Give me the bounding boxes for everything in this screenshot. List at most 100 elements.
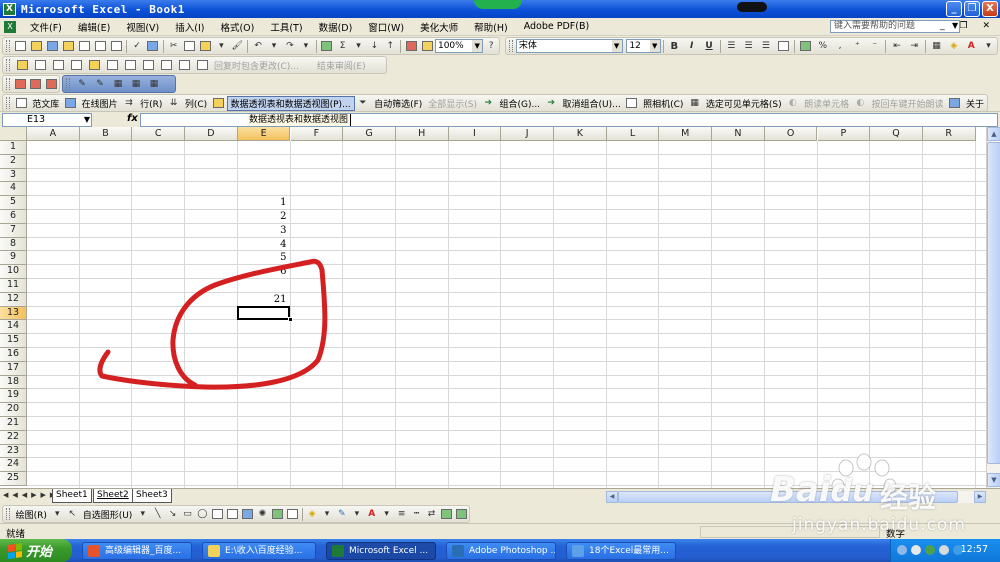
toolbar-grip[interactable] [6, 78, 10, 90]
sheet-tab-2[interactable]: Sheet2 [93, 489, 133, 503]
show-all-button[interactable]: 全部显示(S) [425, 97, 480, 110]
menu-tools[interactable]: 工具(T) [262, 20, 310, 34]
font-size-combo[interactable]: 12 ▼ [626, 39, 661, 53]
format-painter-icon[interactable]: 🖌 [231, 40, 243, 53]
sheet-tab-3[interactable]: Sheet3 [132, 489, 172, 503]
tray-volume-icon[interactable] [939, 545, 949, 555]
row-header-18[interactable]: 18 [0, 375, 27, 390]
insert-function-button[interactable]: fx [127, 113, 138, 124]
row-header-19[interactable]: 19 [0, 389, 27, 404]
line-icon[interactable]: ╲ [152, 508, 163, 521]
fill-color-icon[interactable]: ◈ [947, 40, 960, 53]
rectangle-icon[interactable]: ▭ [182, 508, 193, 521]
scroll-up-icon[interactable]: ▲ [987, 127, 1000, 141]
zoom-dropdown-icon[interactable]: ▼ [472, 40, 483, 52]
toolbar-grip[interactable] [509, 40, 513, 52]
ungroup-button[interactable]: 取消组合(U)... [560, 97, 624, 110]
row-header-21[interactable]: 21 [0, 417, 27, 431]
group-button[interactable]: 组合(G)... [496, 97, 543, 110]
toolbar-grip[interactable] [6, 97, 10, 109]
fill-color-dropdown-icon[interactable]: ▾ [322, 508, 333, 521]
review-icon-1[interactable] [15, 59, 29, 72]
column-header-H[interactable]: H [395, 127, 449, 141]
sheet-tab-1[interactable]: Sheet1 [52, 489, 92, 503]
menu-adobe-pdf[interactable]: Adobe PDF(B) [516, 21, 598, 32]
select-objects-icon[interactable]: ↖ [67, 508, 78, 521]
row-header-25[interactable]: 25 [0, 472, 27, 486]
minimize-button[interactable]: _ [946, 1, 962, 17]
align-right-icon[interactable]: ☰ [759, 40, 772, 53]
email-icon[interactable] [78, 40, 90, 53]
tray-app-icon[interactable] [925, 545, 935, 555]
vertical-scrollbar[interactable]: ▲ ▼ [986, 127, 1000, 488]
align-left-icon[interactable]: ☰ [725, 40, 738, 53]
menu-file[interactable]: 文件(F) [22, 20, 70, 34]
reply-with-changes-button[interactable]: 回复时包含更改(C)... [211, 59, 302, 72]
3d-icon[interactable] [455, 508, 467, 521]
increase-indent-icon[interactable]: ⇥ [908, 40, 921, 53]
insert-row-button[interactable]: 行(R) [137, 97, 165, 110]
pdf-convert-icon[interactable] [14, 78, 26, 91]
open-icon[interactable] [31, 40, 43, 53]
menu-window[interactable]: 窗口(W) [360, 20, 412, 34]
scroll-right-icon[interactable]: ▶ [974, 491, 986, 503]
close-button[interactable]: X [982, 1, 998, 17]
arrow-style-icon[interactable]: ⇄ [426, 508, 437, 521]
review-icon-11[interactable] [195, 59, 209, 72]
row-header-8[interactable]: 8 [0, 237, 27, 252]
diagram-icon[interactable]: ✺ [257, 508, 268, 521]
oval-icon[interactable]: ◯ [197, 508, 208, 521]
column-header-P[interactable]: P [817, 127, 871, 141]
review-icon-9[interactable] [159, 59, 173, 72]
column-header-G[interactable]: G [343, 127, 396, 141]
column-header-I[interactable]: I [448, 127, 502, 141]
line-color-dropdown-icon[interactable]: ▾ [351, 508, 362, 521]
menu-help[interactable]: 帮助(H) [466, 20, 516, 34]
tray-security-icon[interactable] [911, 545, 921, 555]
column-header-A[interactable]: A [27, 127, 80, 141]
column-header-K[interactable]: K [554, 127, 607, 141]
cell-E6[interactable]: 2 [238, 211, 286, 222]
merge-center-icon[interactable] [777, 40, 790, 53]
font-color-icon[interactable]: A [366, 508, 377, 521]
cut-icon[interactable]: ✂ [168, 40, 180, 53]
sort-descending-icon[interactable]: ↑ [384, 40, 396, 53]
redo-dropdown-icon[interactable]: ▾ [300, 40, 312, 53]
excel-app-icon[interactable]: X [3, 2, 16, 16]
fill-handle[interactable] [287, 317, 293, 323]
vertical-scroll-thumb[interactable] [987, 142, 1000, 464]
sheet-nav-icons[interactable]: ◀◀◀▶▶▶ [3, 491, 59, 499]
document-icon[interactable]: X [4, 20, 16, 33]
autoshapes-dropdown-icon[interactable]: ▾ [137, 508, 148, 521]
active-cell-selection[interactable] [236, 305, 291, 321]
menu-data[interactable]: 数据(D) [311, 20, 361, 34]
column-header-R[interactable]: R [922, 127, 976, 141]
tray-network-icon[interactable] [897, 545, 907, 555]
wordart-icon[interactable] [241, 508, 253, 521]
pdf-review-icon[interactable] [45, 78, 57, 91]
chart-wizard-icon[interactable] [405, 40, 417, 53]
undo-dropdown-icon[interactable]: ▾ [268, 40, 280, 53]
row-header-10[interactable]: 10 [0, 265, 27, 279]
name-box[interactable]: E13 ▼ [2, 113, 92, 127]
autosum-dropdown-icon[interactable]: ▾ [353, 40, 365, 53]
cell-E9[interactable]: 5 [238, 252, 286, 263]
dash-style-icon[interactable]: ┅ [411, 508, 422, 521]
insert-column-button[interactable]: 列(C) [182, 97, 210, 110]
toolbar-grip[interactable] [6, 59, 10, 71]
autoshapes-button[interactable]: 自选图形(U) [80, 508, 136, 521]
redo-icon[interactable]: ↷ [284, 40, 296, 53]
new-icon[interactable] [15, 40, 27, 53]
review-icon-2[interactable] [33, 59, 47, 72]
copy-icon[interactable] [184, 40, 196, 53]
menu-format[interactable]: 格式(O) [212, 20, 262, 34]
vertical-textbox-icon[interactable] [226, 508, 238, 521]
row-header-6[interactable]: 6 [0, 210, 27, 224]
shadow-icon[interactable] [440, 508, 452, 521]
task-photoshop[interactable]: Adobe Photoshop ... [446, 541, 556, 560]
permission-icon[interactable] [62, 40, 74, 53]
sort-ascending-icon[interactable]: ↓ [368, 40, 380, 53]
column-header-F[interactable]: F [290, 127, 344, 141]
worksheet-grid[interactable]: A B C D E F G H I J K L M N O P Q R 1 2 3 4 5 6 7 8 9 10 11 12 13 14 15 1… [0, 127, 986, 488]
column-header-B[interactable]: B [79, 127, 133, 141]
